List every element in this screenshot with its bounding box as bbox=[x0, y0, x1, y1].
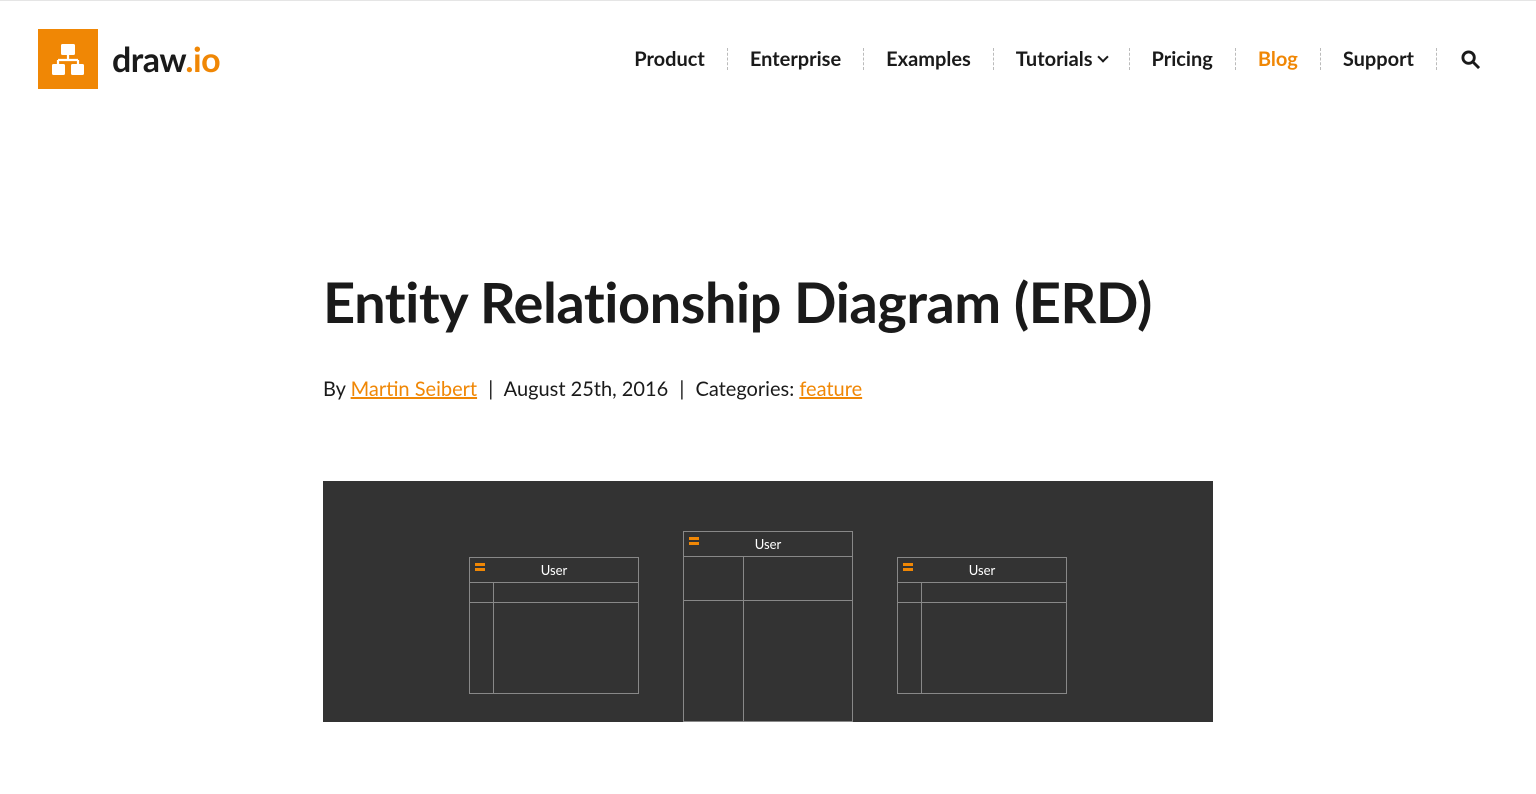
erd-entity-title: User bbox=[470, 558, 638, 583]
meta-by-prefix: By bbox=[323, 377, 351, 401]
meta-separator: | bbox=[673, 377, 690, 401]
post-title: Entity Relationship Diagram (ERD) bbox=[323, 267, 1213, 337]
table-icon bbox=[689, 537, 699, 545]
nav-blog[interactable]: Blog bbox=[1236, 48, 1321, 70]
erd-cell bbox=[744, 557, 852, 601]
table-icon bbox=[475, 563, 485, 571]
main-nav: Product Enterprise Examples Tutorials Pr… bbox=[612, 48, 1498, 70]
nav-tutorials[interactable]: Tutorials bbox=[994, 48, 1130, 70]
erd-entity: User bbox=[469, 557, 639, 694]
logo-icon bbox=[38, 29, 98, 89]
post-content: Entity Relationship Diagram (ERD) By Mar… bbox=[323, 117, 1213, 722]
hero-image: User User bbox=[323, 481, 1213, 722]
logo-text-suffix: .io bbox=[185, 39, 220, 80]
erd-cell bbox=[470, 603, 493, 693]
nav-label: Support bbox=[1343, 49, 1414, 69]
erd-entity-body bbox=[898, 583, 1066, 693]
categories-label: Categories: bbox=[695, 377, 799, 401]
nav-label: Pricing bbox=[1152, 49, 1213, 69]
nav-enterprise[interactable]: Enterprise bbox=[728, 48, 864, 70]
erd-cell bbox=[494, 603, 638, 693]
nav-label: Examples bbox=[886, 49, 971, 69]
erd-entity-label: User bbox=[755, 536, 781, 552]
meta-separator: | bbox=[482, 377, 499, 401]
logo-text-name: draw bbox=[112, 39, 185, 80]
nav-examples[interactable]: Examples bbox=[864, 48, 994, 70]
author-link[interactable]: Martin Seibert bbox=[351, 377, 477, 401]
search-button[interactable] bbox=[1437, 48, 1498, 70]
nav-support[interactable]: Support bbox=[1321, 48, 1437, 70]
erd-cell bbox=[744, 601, 852, 721]
erd-cell bbox=[922, 603, 1066, 693]
nav-label: Enterprise bbox=[750, 49, 841, 69]
category-link[interactable]: feature bbox=[799, 377, 862, 401]
nav-product[interactable]: Product bbox=[612, 48, 728, 70]
erd-col bbox=[470, 583, 494, 693]
site-header: draw.io Product Enterprise Examples Tuto… bbox=[0, 0, 1536, 117]
erd-col bbox=[494, 583, 638, 693]
erd-cell bbox=[684, 557, 743, 601]
erd-col bbox=[744, 557, 852, 721]
search-icon bbox=[1461, 50, 1480, 69]
logo[interactable]: draw.io bbox=[38, 29, 220, 89]
erd-entity: User bbox=[897, 557, 1067, 694]
erd-cell bbox=[494, 583, 638, 603]
erd-entity-label: User bbox=[541, 562, 567, 578]
erd-cell bbox=[684, 601, 743, 721]
nav-label: Blog bbox=[1258, 49, 1298, 69]
erd-cell bbox=[470, 583, 493, 603]
table-icon bbox=[903, 563, 913, 571]
erd-col bbox=[922, 583, 1066, 693]
post-date: August 25th, 2016 bbox=[504, 377, 669, 401]
erd-entity: User bbox=[683, 531, 853, 722]
logo-text: draw.io bbox=[112, 39, 220, 80]
nav-label: Tutorials bbox=[1016, 49, 1093, 69]
erd-cell bbox=[922, 583, 1066, 603]
erd-entity-title: User bbox=[684, 532, 852, 557]
erd-entity-body bbox=[684, 557, 852, 721]
nav-pricing[interactable]: Pricing bbox=[1130, 48, 1236, 70]
erd-cell bbox=[898, 603, 921, 693]
erd-entity-label: User bbox=[969, 562, 995, 578]
erd-entity-body bbox=[470, 583, 638, 693]
post-meta: By Martin Seibert | August 25th, 2016 | … bbox=[323, 377, 1213, 401]
chevron-down-icon bbox=[1097, 51, 1108, 62]
erd-col bbox=[684, 557, 744, 721]
erd-col bbox=[898, 583, 922, 693]
erd-entity-title: User bbox=[898, 558, 1066, 583]
drawio-glyph-icon bbox=[47, 38, 89, 80]
nav-label: Product bbox=[634, 49, 705, 69]
erd-cell bbox=[898, 583, 921, 603]
